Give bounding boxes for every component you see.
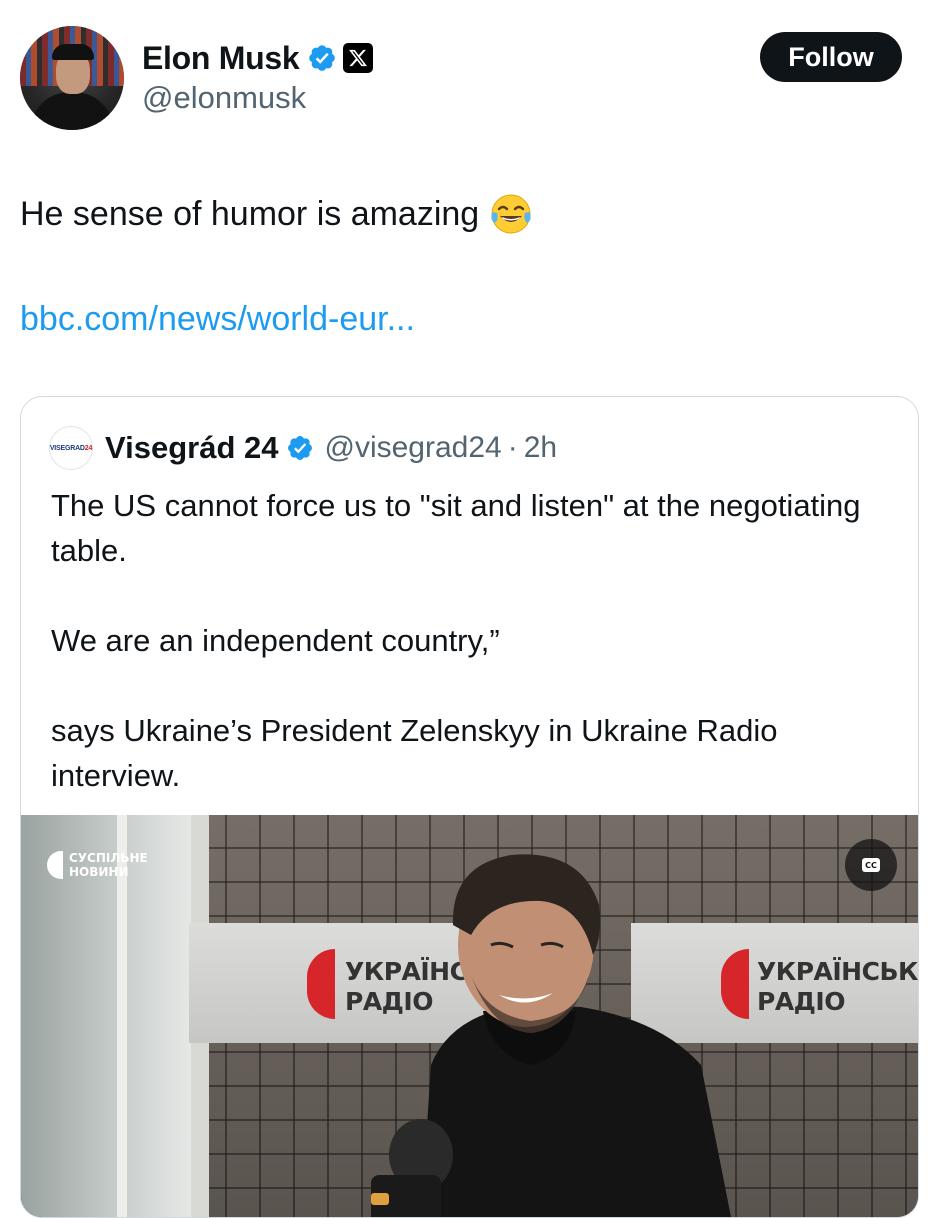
article-link[interactable]: bbc.com/news/world-eur... [20, 300, 415, 339]
microphone-icon [371, 1119, 453, 1217]
follow-button[interactable]: Follow [760, 32, 902, 82]
x-logo-icon [343, 43, 374, 73]
tweet-text: He sense of humor is amazing [20, 192, 533, 236]
author-handle[interactable]: @elonmusk [142, 80, 306, 116]
captions-button[interactable]: CC [845, 839, 897, 891]
captions-icon: CC [862, 858, 880, 872]
quoted-paragraph: We are an independent country,” [51, 623, 500, 658]
author-avatar[interactable] [20, 26, 124, 130]
quoted-tweet-header: VISEGRAD 24 Visegrád 24 @visegrad24 · 2h [49, 426, 557, 470]
avatar-logo-accent: 24 [84, 444, 93, 452]
quoted-paragraph: The US cannot force us to "sit and liste… [51, 488, 861, 568]
verified-badge-icon[interactable] [286, 434, 314, 462]
video-thumbnail[interactable]: УКРАЇНС РАДІО УКРАЇНСЬКЕ РАДІО СУСПІЛЬНЕ… [21, 815, 918, 1217]
broadcaster-line: СУСПІЛЬНЕ [69, 851, 148, 865]
quoted-tweet-text: The US cannot force us to "sit and liste… [51, 483, 891, 798]
broadcaster-logo: СУСПІЛЬНЕ НОВИНИ [47, 851, 148, 879]
tweet-header: Elon Musk @elonmusk Follow [0, 0, 939, 140]
author-name[interactable]: Elon Musk [142, 40, 300, 77]
face-with-tears-of-joy-icon [491, 194, 531, 234]
quoted-paragraph: says Ukraine’s President Zelenskyy in Uk… [51, 713, 778, 793]
quoted-author-name[interactable]: Visegrád 24 [105, 430, 278, 466]
avatar-cap [52, 44, 94, 60]
avatar-logo-text: VISEGRAD [49, 444, 85, 452]
author-name-row: Elon Musk [142, 38, 374, 78]
avatar-shirt [30, 92, 114, 130]
tweet-body: He sense of humor is amazing [20, 194, 480, 233]
separator-dot: · [507, 431, 518, 464]
quoted-timestamp[interactable]: 2h [524, 431, 557, 465]
broadcaster-name: СУСПІЛЬНЕ НОВИНИ [69, 851, 148, 879]
quoted-tweet-card[interactable]: VISEGRAD 24 Visegrád 24 @visegrad24 · 2h … [20, 396, 919, 1218]
broadcaster-mark-icon [47, 851, 63, 879]
quoted-author-handle[interactable]: @visegrad24 [324, 431, 501, 465]
verified-badge-icon[interactable] [307, 43, 337, 73]
broadcaster-line: НОВИНИ [69, 865, 129, 879]
quoted-author-avatar[interactable]: VISEGRAD 24 [49, 426, 93, 470]
